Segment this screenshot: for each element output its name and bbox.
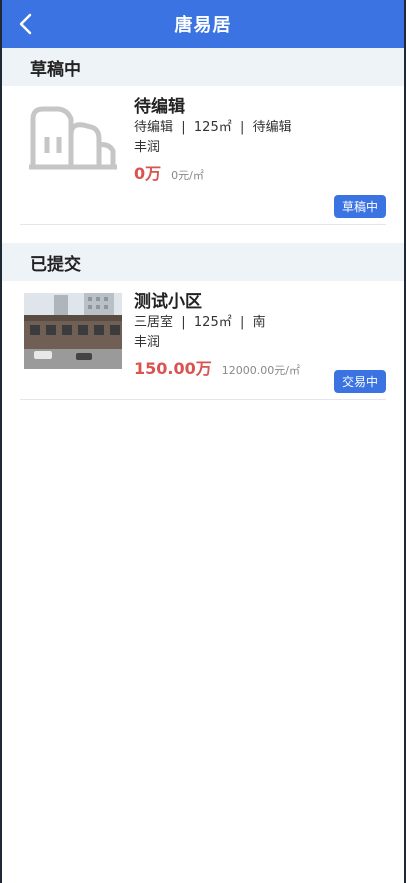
back-button[interactable]	[12, 10, 40, 38]
listing-info: 待编辑 待编辑 | 125㎡ | 待编辑 丰润 0万 0元/㎡	[134, 96, 386, 184]
status-badge[interactable]: 交易中	[333, 370, 386, 393]
property-photo	[24, 293, 122, 369]
building-placeholder-icon	[24, 98, 122, 174]
listing-title: 测试小区	[134, 292, 202, 312]
nav-bar: 唐易居	[2, 0, 404, 48]
listing-details: 三居室 | 125㎡ | 南	[134, 315, 266, 330]
listing-card-draft[interactable]: 待编辑 待编辑 | 125㎡ | 待编辑 丰润 0万 0元/㎡ 草稿中	[20, 86, 386, 225]
page-title: 唐易居	[174, 15, 232, 36]
listing-unit-price: 0元/㎡	[171, 169, 204, 182]
listing-price: 0万	[134, 164, 162, 183]
listing-info: 测试小区 三居室 | 125㎡ | 南 丰润 150.00万 12000.00元…	[134, 291, 386, 379]
listing-details: 待编辑 | 125㎡ | 待编辑	[134, 120, 292, 135]
price-row: 0万 0元/㎡	[134, 160, 386, 184]
section-header-draft: 草稿中	[2, 48, 404, 86]
status-badge[interactable]: 草稿中	[333, 195, 386, 218]
app-screen: 唐易居 草稿中 待编辑 待编辑 | 125㎡ | 待编辑 丰润 0万 0元/㎡ …	[2, 0, 404, 883]
section-header-submitted: 已提交	[2, 243, 404, 281]
listing-price: 150.00万	[134, 359, 212, 378]
listing-card-submitted[interactable]: 测试小区 三居室 | 125㎡ | 南 丰润 150.00万 12000.00元…	[20, 281, 386, 400]
listing-area: 丰润	[134, 140, 161, 155]
listing-unit-price: 12000.00元/㎡	[221, 364, 300, 377]
chevron-left-icon	[19, 13, 32, 35]
listing-area: 丰润	[134, 335, 161, 350]
listing-title: 待编辑	[134, 97, 185, 117]
